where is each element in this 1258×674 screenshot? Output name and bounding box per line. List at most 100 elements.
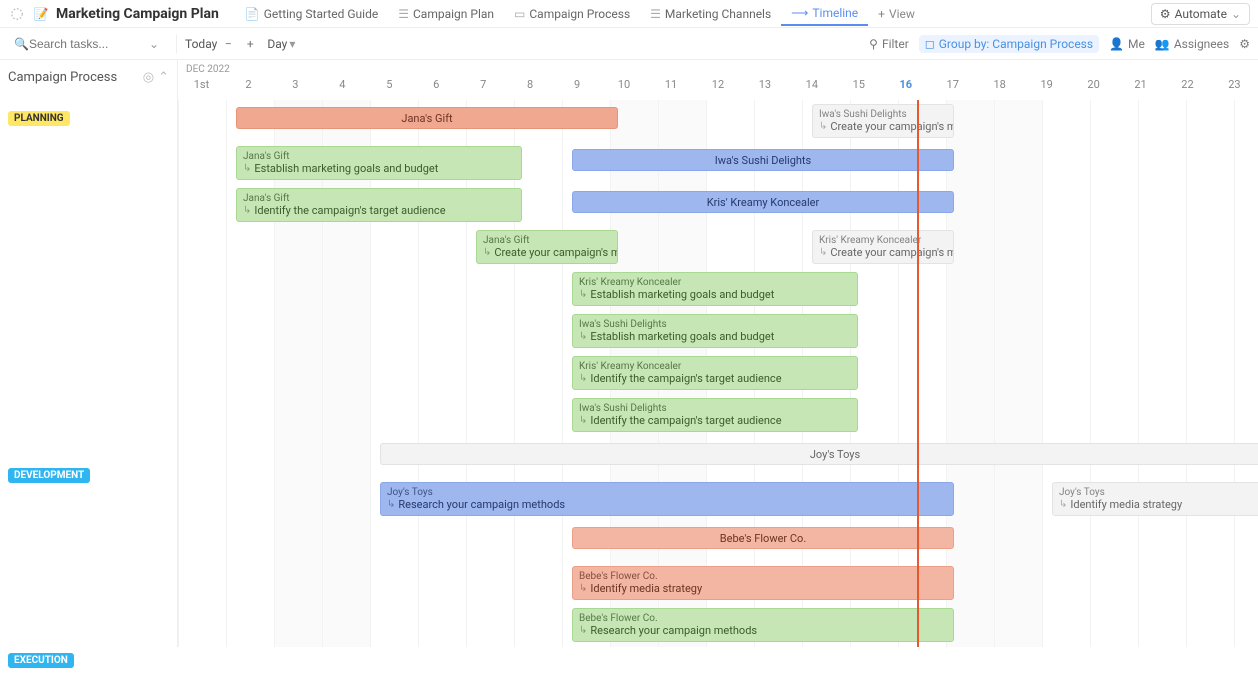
timeline-bar[interactable]: Kris' Kreamy Koncealer — [572, 191, 954, 213]
eye-icon[interactable]: ◎ — [143, 70, 154, 85]
day-header[interactable]: 18 — [976, 78, 1023, 100]
subtask-icon: ↳ — [819, 121, 827, 132]
tab-getting-started[interactable]: 📄Getting Started Guide — [235, 3, 388, 25]
groupby-button[interactable]: ◻ Group by: Campaign Process — [919, 35, 1099, 53]
timeline-bar[interactable]: Joy's Toys↳Identify media strategy — [1052, 482, 1258, 516]
day-header[interactable]: 4 — [319, 78, 366, 100]
tab-label: Getting Started Guide — [264, 7, 378, 21]
day-header[interactable]: 1st — [178, 78, 225, 100]
plus-icon: + — [878, 7, 885, 21]
today-button[interactable]: Today — [185, 37, 217, 51]
day-header[interactable]: 11 — [648, 78, 695, 100]
bar-task: ↳Establish marketing goals and budget — [579, 288, 851, 301]
day-header[interactable]: 13 — [741, 78, 788, 100]
day-header[interactable]: 12 — [694, 78, 741, 100]
timeline-bar[interactable]: Jana's Gift↳Establish marketing goals an… — [236, 146, 522, 180]
filter-button[interactable]: ⚲Filter — [869, 37, 909, 51]
bar-task: ↳Establish marketing goals and budget — [579, 330, 851, 343]
zoom-selector[interactable]: Day▾ — [267, 37, 295, 51]
day-header[interactable]: 14 — [788, 78, 835, 100]
settings-button[interactable]: ⚙ — [1239, 37, 1250, 51]
tab-label: Campaign Plan — [413, 7, 494, 21]
day-header[interactable]: 17 — [929, 78, 976, 100]
timeline-bar[interactable]: Jana's Gift↳Identify the campaign's targ… — [236, 188, 522, 222]
search-icon: 🔍 — [14, 37, 29, 51]
zoom-out-button[interactable]: − — [219, 35, 237, 53]
day-header[interactable]: 15 — [835, 78, 882, 100]
timeline-bar[interactable]: Joy's Toys — [380, 443, 1258, 465]
grid-line — [322, 100, 323, 647]
tab-marketing-channels[interactable]: ☰Marketing Channels — [640, 3, 781, 25]
me-label: Me — [1128, 37, 1145, 51]
day-header[interactable]: 2 — [225, 78, 272, 100]
timeline-bar[interactable]: Bebe's Flower Co.↳Identify media strateg… — [572, 566, 954, 600]
timeline-bar[interactable]: Iwa's Sushi Delights↳Identify the campai… — [572, 398, 858, 432]
day-header[interactable]: 6 — [413, 78, 460, 100]
timeline-bar[interactable]: Iwa's Sushi Delights↳Establish marketing… — [572, 314, 858, 348]
assignees-button[interactable]: 👥 Assignees — [1155, 37, 1229, 51]
timeline-bar[interactable]: Kris' Kreamy Koncealer↳Identify the camp… — [572, 356, 858, 390]
subtask-icon: ↳ — [1059, 499, 1067, 510]
group-icon: ◻ — [925, 37, 935, 51]
timeline-bar[interactable]: Jana's Gift↳Create your campaign's m... — [476, 230, 618, 264]
timeline-bar[interactable]: Bebe's Flower Co.↳Research your campaign… — [572, 608, 954, 642]
divider — [176, 35, 177, 53]
day-header[interactable]: 23 — [1211, 78, 1258, 100]
day-header[interactable]: 22 — [1164, 78, 1211, 100]
chevron-down-icon[interactable]: ⌄ — [149, 37, 159, 51]
today-marker — [917, 100, 919, 647]
bar-task: ↳Identify the campaign's target audience — [579, 414, 851, 427]
tab-timeline[interactable]: ⟶ Timeline — [781, 2, 868, 26]
tab-campaign-process[interactable]: ▭Campaign Process — [504, 3, 640, 25]
zoom-in-button[interactable]: + — [241, 35, 259, 53]
subtask-icon: ↳ — [579, 373, 587, 384]
search-input-wrapper[interactable]: 🔍 ⌄ — [8, 35, 168, 53]
day-header[interactable]: 21 — [1117, 78, 1164, 100]
day-header[interactable]: 20 — [1070, 78, 1117, 100]
timeline-bar[interactable]: Kris' Kreamy Koncealer↳Create your campa… — [812, 230, 954, 264]
tab-campaign-plan[interactable]: ☰Campaign Plan — [388, 3, 504, 25]
bar-task: ↳Identify media strategy — [579, 582, 947, 595]
day-header[interactable]: 19 — [1023, 78, 1070, 100]
grid-line — [1186, 100, 1187, 647]
timeline-bar[interactable]: Iwa's Sushi Delights↳Create your campaig… — [812, 104, 954, 138]
bar-project: Joy's Toys — [1059, 487, 1258, 498]
tab-label: Timeline — [812, 6, 858, 20]
day-header[interactable]: 5 — [366, 78, 413, 100]
me-button[interactable]: 👤Me — [1109, 37, 1145, 51]
tab-label: Marketing Channels — [665, 7, 771, 21]
timeline-bar[interactable]: Bebe's Flower Co. — [572, 527, 954, 549]
grid-line — [562, 100, 563, 647]
automate-button[interactable]: ⚙ Automate ⌄ — [1151, 3, 1250, 25]
bar-task: Joy's Toys — [810, 448, 860, 461]
day-header[interactable]: 3 — [272, 78, 319, 100]
day-header[interactable]: 8 — [507, 78, 554, 100]
people-icon: 👥 — [1155, 37, 1170, 51]
timeline-bar[interactable]: Iwa's Sushi Delights — [572, 149, 954, 171]
group-planning[interactable]: PLANNING — [8, 111, 70, 126]
add-view-button[interactable]: +View — [868, 3, 925, 25]
weekend-shade — [994, 100, 1042, 647]
search-input[interactable] — [29, 37, 149, 51]
grid-line — [466, 100, 467, 647]
timeline-bar[interactable]: Joy's Toys↳Research your campaign method… — [380, 482, 954, 516]
day-header[interactable]: 16 — [882, 78, 929, 100]
collapse-icon[interactable]: ⌃ — [158, 70, 169, 85]
group-development[interactable]: DEVELOPMENT — [8, 468, 90, 483]
groupby-label: Group by: Campaign Process — [939, 37, 1093, 51]
grid-line — [418, 100, 419, 647]
timeline-bar[interactable]: Jana's Gift — [236, 107, 618, 129]
assignees-label: Assignees — [1174, 37, 1229, 51]
timeline-bar[interactable]: Kris' Kreamy Koncealer↳Establish marketi… — [572, 272, 858, 306]
timeline-area[interactable]: DEC 2022 1st2345678910111213141516171819… — [178, 60, 1258, 647]
timeline-icon: ⟶ — [791, 6, 808, 20]
page-title: Marketing Campaign Plan — [56, 6, 219, 22]
subtask-icon: ↳ — [483, 247, 491, 258]
tab-label: Campaign Process — [529, 7, 630, 21]
grid-line — [1042, 100, 1043, 647]
day-header[interactable]: 10 — [601, 78, 648, 100]
group-execution[interactable]: EXECUTION — [8, 653, 74, 668]
day-header[interactable]: 7 — [460, 78, 507, 100]
day-header[interactable]: 9 — [554, 78, 601, 100]
grid-line — [178, 100, 179, 647]
